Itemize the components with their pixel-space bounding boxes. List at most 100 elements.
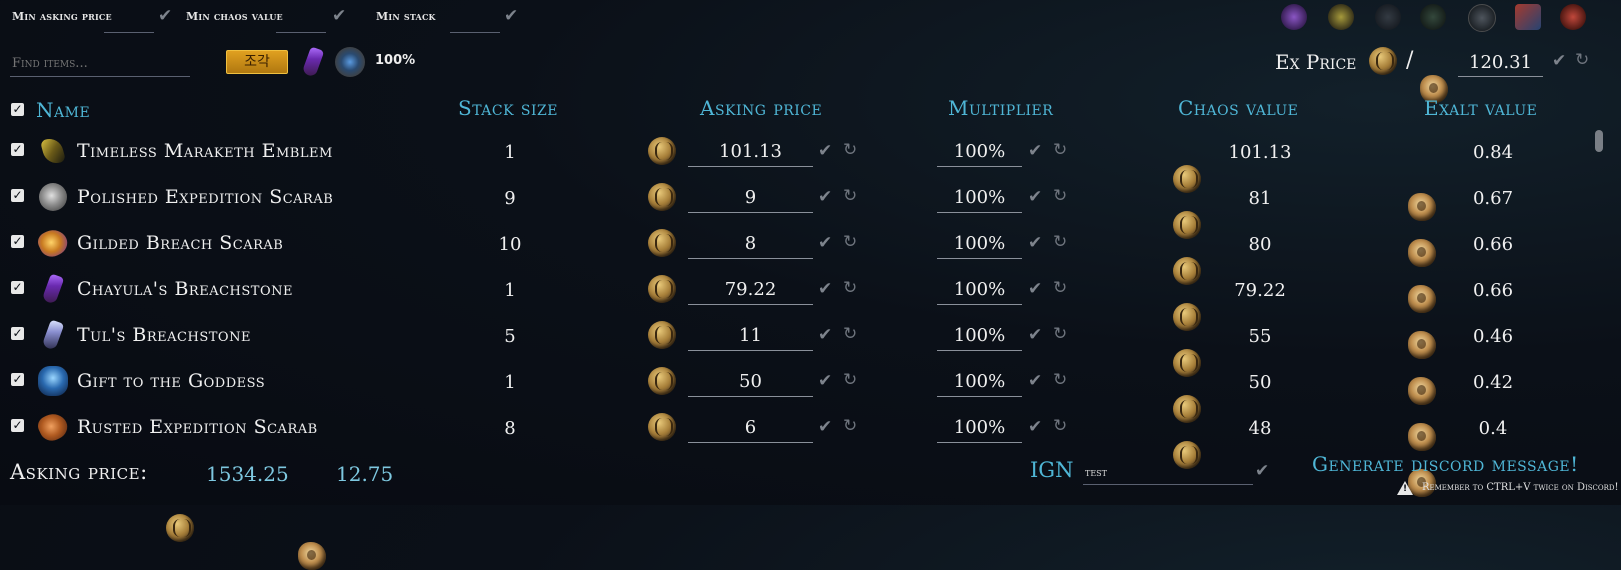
item-icon-wrap <box>38 366 68 396</box>
min-stack-input[interactable] <box>450 8 500 33</box>
emblem-category-icon[interactable] <box>1328 4 1354 30</box>
row-checkbox[interactable]: ✓ <box>11 327 24 340</box>
breachstone-category-icon[interactable] <box>1281 4 1307 30</box>
asking-price-reset-icon[interactable]: ↻ <box>843 280 857 297</box>
multiplier-input[interactable]: 100% <box>937 138 1022 167</box>
stack-size: 1 <box>504 280 516 301</box>
multiplier-input[interactable]: 100% <box>937 230 1022 259</box>
min-asking-price-input[interactable] <box>104 8 154 33</box>
total-asking-price-label: Asking price: <box>10 460 148 484</box>
multiplier-confirm-icon[interactable]: ✔ <box>1028 281 1042 298</box>
min-stack-confirm-icon[interactable]: ✔ <box>504 8 518 25</box>
multiplier-confirm-icon[interactable]: ✔ <box>1028 143 1042 160</box>
asking-price-input[interactable]: 50 <box>688 368 813 397</box>
column-header-name[interactable]: Name <box>36 98 90 122</box>
multiplier-reset-icon[interactable]: ↻ <box>1053 142 1067 159</box>
asking-price-input[interactable]: 9 <box>688 184 813 213</box>
generate-discord-message-button[interactable]: Generate discord message! <box>1312 452 1579 476</box>
asking-price-input[interactable]: 79.22 <box>688 276 813 305</box>
asking-price-confirm-icon[interactable]: ✔ <box>818 419 832 436</box>
ign-confirm-icon[interactable]: ✔ <box>1255 463 1269 480</box>
chaos-value: 50 <box>1248 372 1272 393</box>
search-input[interactable] <box>10 50 190 77</box>
scarab-category-icon[interactable] <box>1420 4 1446 30</box>
chaos-value: 55 <box>1248 326 1272 347</box>
multiplier-input[interactable]: 100% <box>937 322 1022 351</box>
total-exalted-orb-icon <box>298 542 326 570</box>
asking-price-reset-icon[interactable]: ↻ <box>843 234 857 251</box>
asking-price-reset-icon[interactable]: ↻ <box>843 188 857 205</box>
asking-price-input[interactable]: 6 <box>688 414 813 443</box>
language-tag[interactable]: 조각 <box>226 50 288 74</box>
exalt-value: 0.67 <box>1472 188 1514 209</box>
multiplier-confirm-icon[interactable]: ✔ <box>1028 189 1042 206</box>
multiplier-confirm-icon[interactable]: ✔ <box>1028 327 1042 344</box>
asking-price-input[interactable]: 8 <box>688 230 813 259</box>
table-row: ✓ Rusted Expedition Scarab 8 6 ✔ ↻ 100% … <box>0 408 1621 497</box>
row-checkbox[interactable]: ✓ <box>11 419 24 432</box>
multiplier-confirm-icon[interactable]: ✔ <box>1028 419 1042 436</box>
multiplier-input[interactable]: 100% <box>937 368 1022 397</box>
asking-price-confirm-icon[interactable]: ✔ <box>818 327 832 344</box>
min-chaos-value-input[interactable] <box>276 8 326 33</box>
asking-price-confirm-icon[interactable]: ✔ <box>818 189 832 206</box>
scrollbar-thumb[interactable] <box>1595 130 1603 152</box>
fragment-category-icon[interactable] <box>1375 4 1401 30</box>
multiplier-confirm-icon[interactable]: ✔ <box>1028 373 1042 390</box>
column-header-exalt-value[interactable]: Exalt value <box>1424 96 1537 120</box>
asking-price-reset-icon[interactable]: ↻ <box>843 142 857 159</box>
currency-filter-icon[interactable] <box>335 47 365 77</box>
item-name: Chayula's Breachstone <box>77 278 293 300</box>
card-category-icon[interactable] <box>1515 4 1541 30</box>
multiplier-confirm-icon[interactable]: ✔ <box>1028 235 1042 252</box>
column-header-chaos-value[interactable]: Chaos value <box>1178 96 1298 120</box>
min-asking-price-confirm-icon[interactable]: ✔ <box>158 8 172 25</box>
row-checkbox[interactable]: ✓ <box>11 235 24 248</box>
item-icon-wrap <box>38 273 68 305</box>
row-checkbox[interactable]: ✓ <box>11 373 24 386</box>
essence-category-icon[interactable] <box>1560 4 1586 30</box>
table-row: ✓ Chayula's Breachstone 1 79.22 ✔ ↻ 100%… <box>0 270 1621 359</box>
item-icon-wrap <box>38 319 68 351</box>
item-name: Timeless Maraketh Emblem <box>77 140 333 162</box>
asking-price-input[interactable]: 101.13 <box>688 138 813 167</box>
multiplier-reset-icon[interactable]: ↻ <box>1053 372 1067 389</box>
multiplier-reset-icon[interactable]: ↻ <box>1053 280 1067 297</box>
asking-price-reset-icon[interactable]: ↻ <box>843 372 857 389</box>
multiplier-reset-icon[interactable]: ↻ <box>1053 418 1067 435</box>
multiplier-reset-icon[interactable]: ↻ <box>1053 234 1067 251</box>
multiplier-input[interactable]: 100% <box>937 414 1022 443</box>
multiplier-input[interactable]: 100% <box>937 276 1022 305</box>
column-header-stack-size[interactable]: Stack size <box>458 96 608 120</box>
ex-price-confirm-icon[interactable]: ✔ <box>1552 53 1566 70</box>
table-row: ✓ Gift to the Goddess 1 50 ✔ ↻ 100% ✔ ↻ … <box>0 362 1621 451</box>
chayula-breachstone-icon <box>41 273 65 305</box>
gift-goddess-icon <box>38 366 68 396</box>
asking-price-confirm-icon[interactable]: ✔ <box>818 281 832 298</box>
asking-price-confirm-icon[interactable]: ✔ <box>818 143 832 160</box>
map-category-icon[interactable] <box>1468 4 1496 32</box>
select-all-checkbox[interactable]: ✓ <box>11 103 24 116</box>
ign-input[interactable]: test <box>1083 460 1253 485</box>
min-chaos-value-confirm-icon[interactable]: ✔ <box>332 8 346 25</box>
asking-price-confirm-icon[interactable]: ✔ <box>818 373 832 390</box>
row-checkbox[interactable]: ✓ <box>11 189 24 202</box>
asking-price-confirm-icon[interactable]: ✔ <box>818 235 832 252</box>
column-header-multiplier[interactable]: Multiplier <box>948 96 1053 120</box>
multiplier-reset-icon[interactable]: ↻ <box>1053 326 1067 343</box>
asking-price-reset-icon[interactable]: ↻ <box>843 326 857 343</box>
ex-price-refresh-icon[interactable]: ↻ <box>1575 52 1589 69</box>
asking-price-reset-icon[interactable]: ↻ <box>843 418 857 435</box>
asking-price-input[interactable]: 11 <box>688 322 813 351</box>
column-header-asking-price[interactable]: Asking price <box>700 96 822 120</box>
multiplier-reset-icon[interactable]: ↻ <box>1053 188 1067 205</box>
ign-label: IGN <box>1030 458 1074 482</box>
breachstone-filter-icon[interactable] <box>301 46 325 78</box>
row-checkbox[interactable]: ✓ <box>11 143 24 156</box>
breach-scarab-icon <box>34 225 72 261</box>
multiplier-input[interactable]: 100% <box>937 184 1022 213</box>
ex-price-input[interactable]: 120.31 <box>1458 50 1543 77</box>
chaos-orb-icon <box>648 367 676 395</box>
row-checkbox[interactable]: ✓ <box>11 281 24 294</box>
item-icon-wrap <box>38 182 68 212</box>
